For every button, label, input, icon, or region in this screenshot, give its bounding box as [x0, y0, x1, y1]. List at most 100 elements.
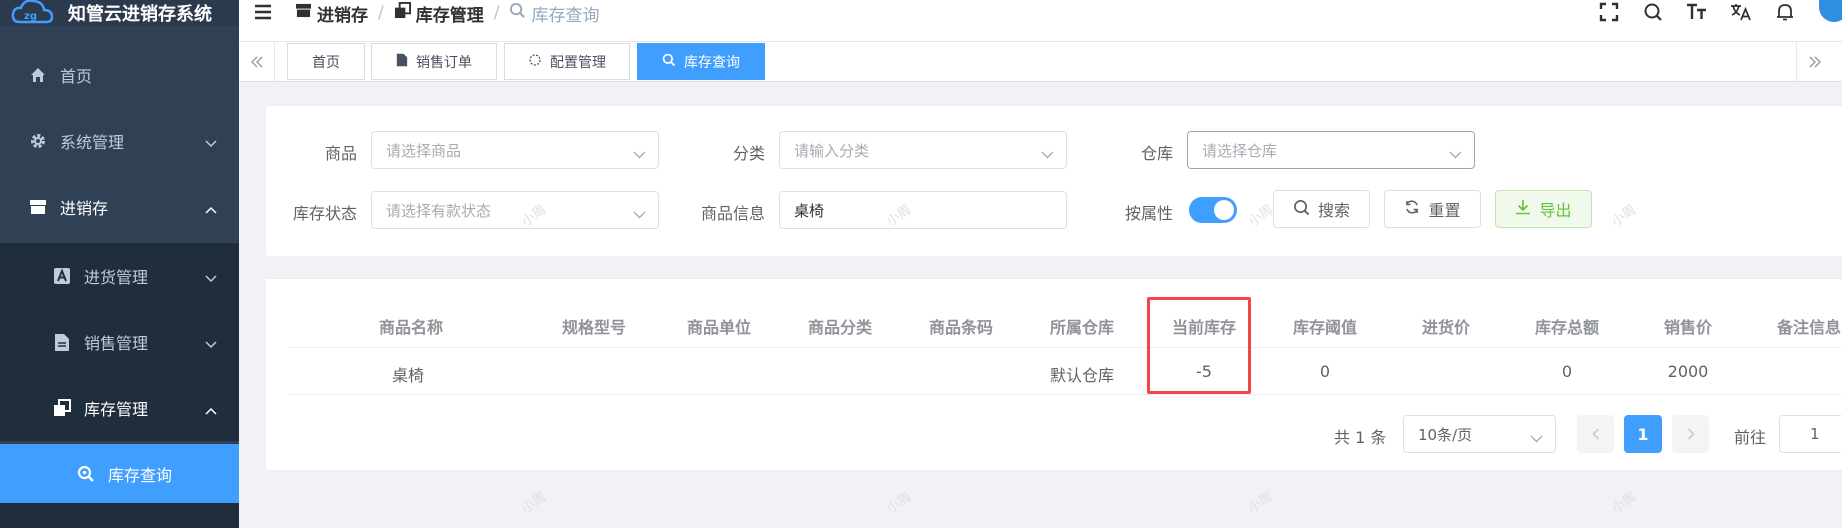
watermark: 小周	[1609, 489, 1640, 517]
column-header: 商品名称	[378, 318, 443, 337]
column-header: 销售价	[1663, 318, 1712, 337]
hamburger-icon[interactable]	[253, 2, 273, 26]
prev-page-button[interactable]	[1577, 415, 1614, 453]
column-header: 商品单位	[686, 318, 751, 337]
breadcrumb-item[interactable]: 库存管理	[394, 1, 484, 26]
warehouse-select[interactable]: 请选择仓库	[1187, 131, 1475, 169]
search-button[interactable]: 搜索	[1273, 190, 1370, 228]
goto-value: 1	[1810, 425, 1820, 443]
refresh-icon	[1404, 199, 1420, 219]
column-header: 进货价	[1421, 318, 1470, 337]
category-select[interactable]: 请输入分类	[779, 131, 1067, 169]
tab-home[interactable]: 首页	[287, 43, 365, 80]
goto-input[interactable]: 1	[1779, 415, 1841, 453]
by-attr-label: 按属性	[1124, 204, 1173, 223]
sidebar-item-system[interactable]: 系统管理	[0, 108, 239, 174]
product-label: 商品	[324, 144, 357, 163]
scroll-right-icon[interactable]	[1796, 42, 1832, 82]
tab-stock-query[interactable]: 库存查询	[637, 43, 765, 80]
navbar: 进销存 / 库存管理 / 库存查询	[239, 0, 1842, 42]
translate-icon[interactable]	[1730, 2, 1752, 26]
search-icon[interactable]	[1643, 2, 1663, 26]
chevron-down-icon	[205, 268, 217, 287]
sidebar-item-label: 系统管理	[60, 133, 125, 152]
warehouse-label: 仓库	[1140, 144, 1173, 163]
next-page-button[interactable]	[1672, 415, 1709, 453]
reset-button-label: 重置	[1428, 201, 1461, 220]
search-icon	[509, 2, 526, 24]
bell-icon[interactable]	[1775, 2, 1795, 26]
sidebar-item-label: 进货管理	[84, 268, 149, 287]
breadcrumb-item[interactable]: 进销存	[295, 1, 368, 26]
purchase-icon	[52, 266, 72, 286]
status-select[interactable]: 请选择有款状态	[371, 191, 659, 229]
page-button-current[interactable]: 1	[1624, 415, 1662, 453]
column-header: 商品分类	[807, 318, 872, 337]
cell-product-name: 桌椅	[391, 366, 424, 385]
search-icon	[1293, 199, 1310, 220]
reset-button[interactable]: 重置	[1384, 190, 1481, 228]
font-size-icon[interactable]	[1686, 2, 1708, 26]
sidebar: zg 知管云进销存系统 首页 系统管理 进销存 进货管理 销售管理 库存管理 库…	[0, 0, 239, 528]
fullscreen-icon[interactable]	[1599, 2, 1619, 26]
switch-knob	[1214, 200, 1234, 220]
sidebar-item-stock-management[interactable]: 库存管理	[0, 375, 239, 441]
copy-icon	[52, 398, 72, 418]
goto-label: 前往	[1734, 428, 1767, 447]
breadcrumb-label: 库存管理	[415, 5, 484, 26]
sidebar-item-next-partial[interactable]	[0, 503, 239, 528]
tab-config[interactable]: 配置管理	[504, 43, 630, 80]
cell-stock-total: 0	[1561, 362, 1573, 381]
sidebar-item-stock-query[interactable]: 库存查询	[0, 444, 239, 503]
chevron-down-icon	[205, 334, 217, 353]
column-header: 规格型号	[561, 318, 626, 337]
page-size-select[interactable]: 10条/页	[1403, 415, 1556, 453]
chevron-left-icon	[1592, 425, 1600, 444]
scroll-left-icon[interactable]	[239, 42, 275, 82]
breadcrumb-separator: /	[493, 3, 500, 23]
sidebar-item-inventory-group[interactable]: 进销存	[0, 174, 239, 240]
sidebar-item-sales[interactable]: 销售管理	[0, 309, 239, 375]
export-button[interactable]: 导出	[1495, 190, 1592, 228]
warehouse-placeholder: 请选择仓库	[1202, 141, 1278, 160]
sidebar-item-label: 首页	[60, 67, 93, 86]
by-attr-switch[interactable]	[1189, 197, 1237, 223]
column-header: 商品条码	[928, 318, 993, 337]
store-icon	[295, 3, 312, 23]
cloud-logo-icon: zg	[10, 0, 58, 28]
info-label: 商品信息	[700, 204, 765, 223]
tab-label: 库存查询	[684, 54, 740, 71]
tab-sales-order[interactable]: 销售订单	[371, 43, 497, 80]
info-input[interactable]: 桌椅	[779, 191, 1067, 229]
app-title: 知管云进销存系统	[68, 4, 212, 25]
chevron-down-icon	[1530, 429, 1543, 447]
watermark: 小周	[519, 489, 550, 517]
info-value: 桌椅	[794, 201, 825, 220]
status-label: 库存状态	[292, 204, 357, 223]
product-select[interactable]: 请选择商品	[371, 131, 659, 169]
breadcrumb-label: 进销存	[317, 5, 368, 26]
chevron-down-icon	[633, 145, 646, 163]
sidebar-item-label: 库存管理	[84, 400, 149, 419]
breadcrumb: 进销存 / 库存管理 / 库存查询	[295, 0, 599, 26]
chevron-up-icon	[205, 400, 217, 419]
pagination-total: 共 1 条	[1334, 428, 1387, 447]
avatar[interactable]	[1819, 0, 1842, 22]
tab-label: 销售订单	[416, 54, 472, 71]
sidebar-item-home[interactable]: 首页	[0, 42, 239, 108]
breadcrumb-label: 库存查询	[531, 5, 600, 26]
category-placeholder: 请输入分类	[794, 141, 870, 160]
tags-view: 首页 销售订单 配置管理 库存查询	[239, 42, 1842, 82]
chevron-down-icon	[633, 205, 646, 223]
status-placeholder: 请选择有款状态	[386, 201, 492, 220]
filter-card	[265, 105, 1842, 257]
search-button-label: 搜索	[1317, 201, 1350, 220]
cell-sale-price: 2000	[1667, 362, 1709, 381]
chevron-down-icon	[1449, 145, 1462, 163]
breadcrumb-separator: /	[378, 3, 384, 23]
sidebar-item-purchase[interactable]: 进货管理	[0, 243, 239, 309]
divider	[289, 394, 1842, 395]
cell-threshold: 0	[1319, 362, 1331, 381]
tab-label: 首页	[312, 54, 340, 71]
highlight-box	[1147, 297, 1251, 394]
